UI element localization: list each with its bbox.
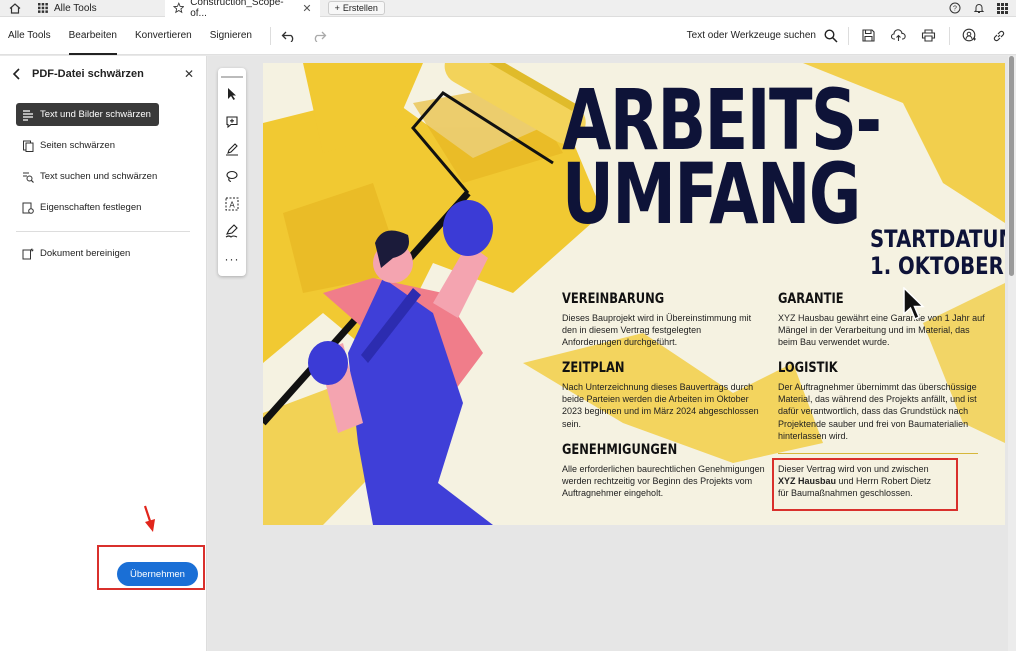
tab-all-tools[interactable]: Alle Tools [30, 0, 105, 17]
section-body-permits: Alle erforderlichen baurechtlichen Geneh… [562, 464, 765, 499]
close-tab-icon[interactable]: ✕ [302, 2, 311, 15]
close-panel-icon[interactable]: ✕ [184, 67, 194, 81]
section-title-agreement: VEREINBARUNG [562, 291, 665, 307]
share-button[interactable] [958, 25, 980, 47]
pointer-icon [228, 88, 236, 101]
search-icon[interactable] [824, 28, 838, 43]
tab-all-tools-label: Alle Tools [54, 2, 97, 14]
select-tool[interactable] [221, 84, 243, 104]
panel-header: PDF-Datei schwärzen ✕ [0, 56, 206, 92]
svg-text:A: A [229, 200, 235, 209]
redo-icon[interactable] [311, 30, 327, 42]
panel-title: PDF-Datei schwärzen [32, 68, 144, 80]
grid-icon [38, 3, 48, 13]
section-title-permits: GENEHMIGUNGEN [562, 442, 678, 458]
section-body-schedule: Nach Unterzeichnung dieses Bauvertrags d… [562, 382, 759, 429]
link-icon [993, 30, 1005, 41]
tab-document[interactable]: Construction_Scope-of... ✕ [164, 0, 320, 19]
top-menu: Alle Tools Bearbeiten Konvertieren Signi… [0, 17, 270, 55]
pen-icon [226, 143, 238, 156]
highlight-tool[interactable] [221, 139, 243, 159]
menu-sign[interactable]: Signieren [210, 17, 252, 55]
start-date-label: STARTDATUM: [870, 225, 1005, 253]
option-label: Seiten schwärzen [40, 140, 115, 151]
home-tab[interactable] [0, 0, 30, 17]
main-toolbar: Alle Tools Bearbeiten Konvertieren Signi… [0, 17, 1016, 55]
draw-tool[interactable] [221, 166, 243, 186]
toolbar-divider [269, 26, 271, 45]
text-box-icon: A [225, 197, 239, 211]
printer-icon [921, 29, 935, 42]
menu-convert[interactable]: Konvertieren [135, 17, 192, 55]
sign-tool[interactable] [221, 221, 243, 241]
scroll-thumb[interactable] [1009, 56, 1014, 276]
save-button[interactable] [857, 25, 879, 47]
find-text-icon [22, 171, 34, 183]
toolbar-divider-right-2 [949, 26, 950, 45]
bell-icon[interactable] [973, 2, 985, 14]
menu-all-tools[interactable]: Alle Tools [8, 17, 51, 55]
pdf-page: ARBEITS- UMFANG STARTDATUM: 1. OKTOBER V… [263, 63, 1005, 525]
section-body-agreement: Dieses Bauprojekt wird in Übereinstimmun… [562, 313, 752, 348]
new-tab-label: Erstellen [342, 3, 378, 13]
browser-tab-bar: Alle Tools Construction_Scope-of... ✕ + … [0, 0, 1016, 19]
section-body-warranty: XYZ Hausbau gewährt eine Garantie von 1 … [778, 313, 985, 348]
more-tools[interactable]: ··· [221, 249, 243, 269]
undo-icon[interactable] [281, 30, 297, 42]
save-icon [861, 29, 875, 42]
section-title-warranty: GARANTIE [778, 291, 844, 307]
signature-pen-icon [225, 224, 238, 239]
properties-icon [22, 202, 34, 214]
new-tab-button[interactable]: + Erstellen [327, 1, 385, 15]
red-arrow-annotation [143, 505, 155, 532]
apply-button[interactable]: Übernehmen [117, 562, 198, 586]
option-find-redact[interactable]: Text suchen und schwärzen [16, 165, 190, 188]
toolbar-divider-right [848, 26, 849, 45]
redact-pages-icon [22, 140, 34, 152]
comment-add-icon [226, 115, 238, 128]
print-button[interactable] [917, 25, 939, 47]
option-redact-pages[interactable]: Seiten schwärzen [16, 134, 190, 157]
redaction-selection-box[interactable] [772, 458, 958, 511]
mouse-cursor-icon [903, 287, 925, 321]
headline-line-2: UMFANG [562, 145, 861, 243]
section-title-schedule: ZEITPLAN [562, 360, 625, 376]
lasso-icon [226, 171, 238, 183]
text-select-tool[interactable]: A [221, 194, 243, 214]
start-date: STARTDATUM: 1. OKTOBER [870, 226, 1005, 280]
panel-divider [16, 231, 190, 232]
option-label: Eigenschaften festlegen [40, 202, 142, 213]
vertical-scrollbar[interactable] [1008, 56, 1016, 651]
divider-line [778, 453, 978, 454]
back-arrow-icon[interactable] [12, 68, 22, 80]
search-tools-label[interactable]: Text oder Werkzeuge suchen [687, 30, 816, 41]
home-icon [9, 2, 21, 14]
more-dots-icon: ··· [224, 251, 240, 266]
drag-grip[interactable] [221, 76, 243, 78]
apps-grid-icon[interactable] [997, 2, 1008, 14]
comment-tool[interactable] [221, 111, 243, 131]
option-sanitize-document[interactable]: Dokument bereinigen [16, 242, 190, 265]
user-share-icon [962, 28, 976, 42]
svg-text:?: ? [953, 6, 957, 13]
redact-text-icon [22, 109, 34, 121]
option-label: Text suchen und schwärzen [40, 171, 158, 182]
option-redact-text-images[interactable]: Text und Bilder schwärzen [16, 103, 159, 126]
option-label: Text und Bilder schwärzen [40, 109, 151, 120]
section-title-logistics: LOGISTIK [778, 360, 838, 376]
upload-button[interactable] [887, 25, 909, 47]
help-icon[interactable]: ? [949, 2, 961, 14]
star-icon[interactable] [172, 2, 185, 14]
quick-tools-strip: A ··· [218, 68, 246, 276]
menu-edit[interactable]: Bearbeiten [68, 17, 118, 55]
section-body-logistics: Der Auftragnehmer übernimmt das überschü… [778, 382, 977, 441]
cloud-upload-icon [890, 29, 906, 41]
link-button[interactable] [988, 25, 1010, 47]
headline: ARBEITS- UMFANG [562, 78, 882, 243]
option-set-properties[interactable]: Eigenschaften festlegen [16, 196, 190, 219]
plus-icon: + [334, 3, 340, 13]
start-date-value: 1. OKTOBER [870, 252, 1004, 280]
sanitize-icon [22, 248, 34, 260]
option-label: Dokument bereinigen [40, 248, 131, 259]
